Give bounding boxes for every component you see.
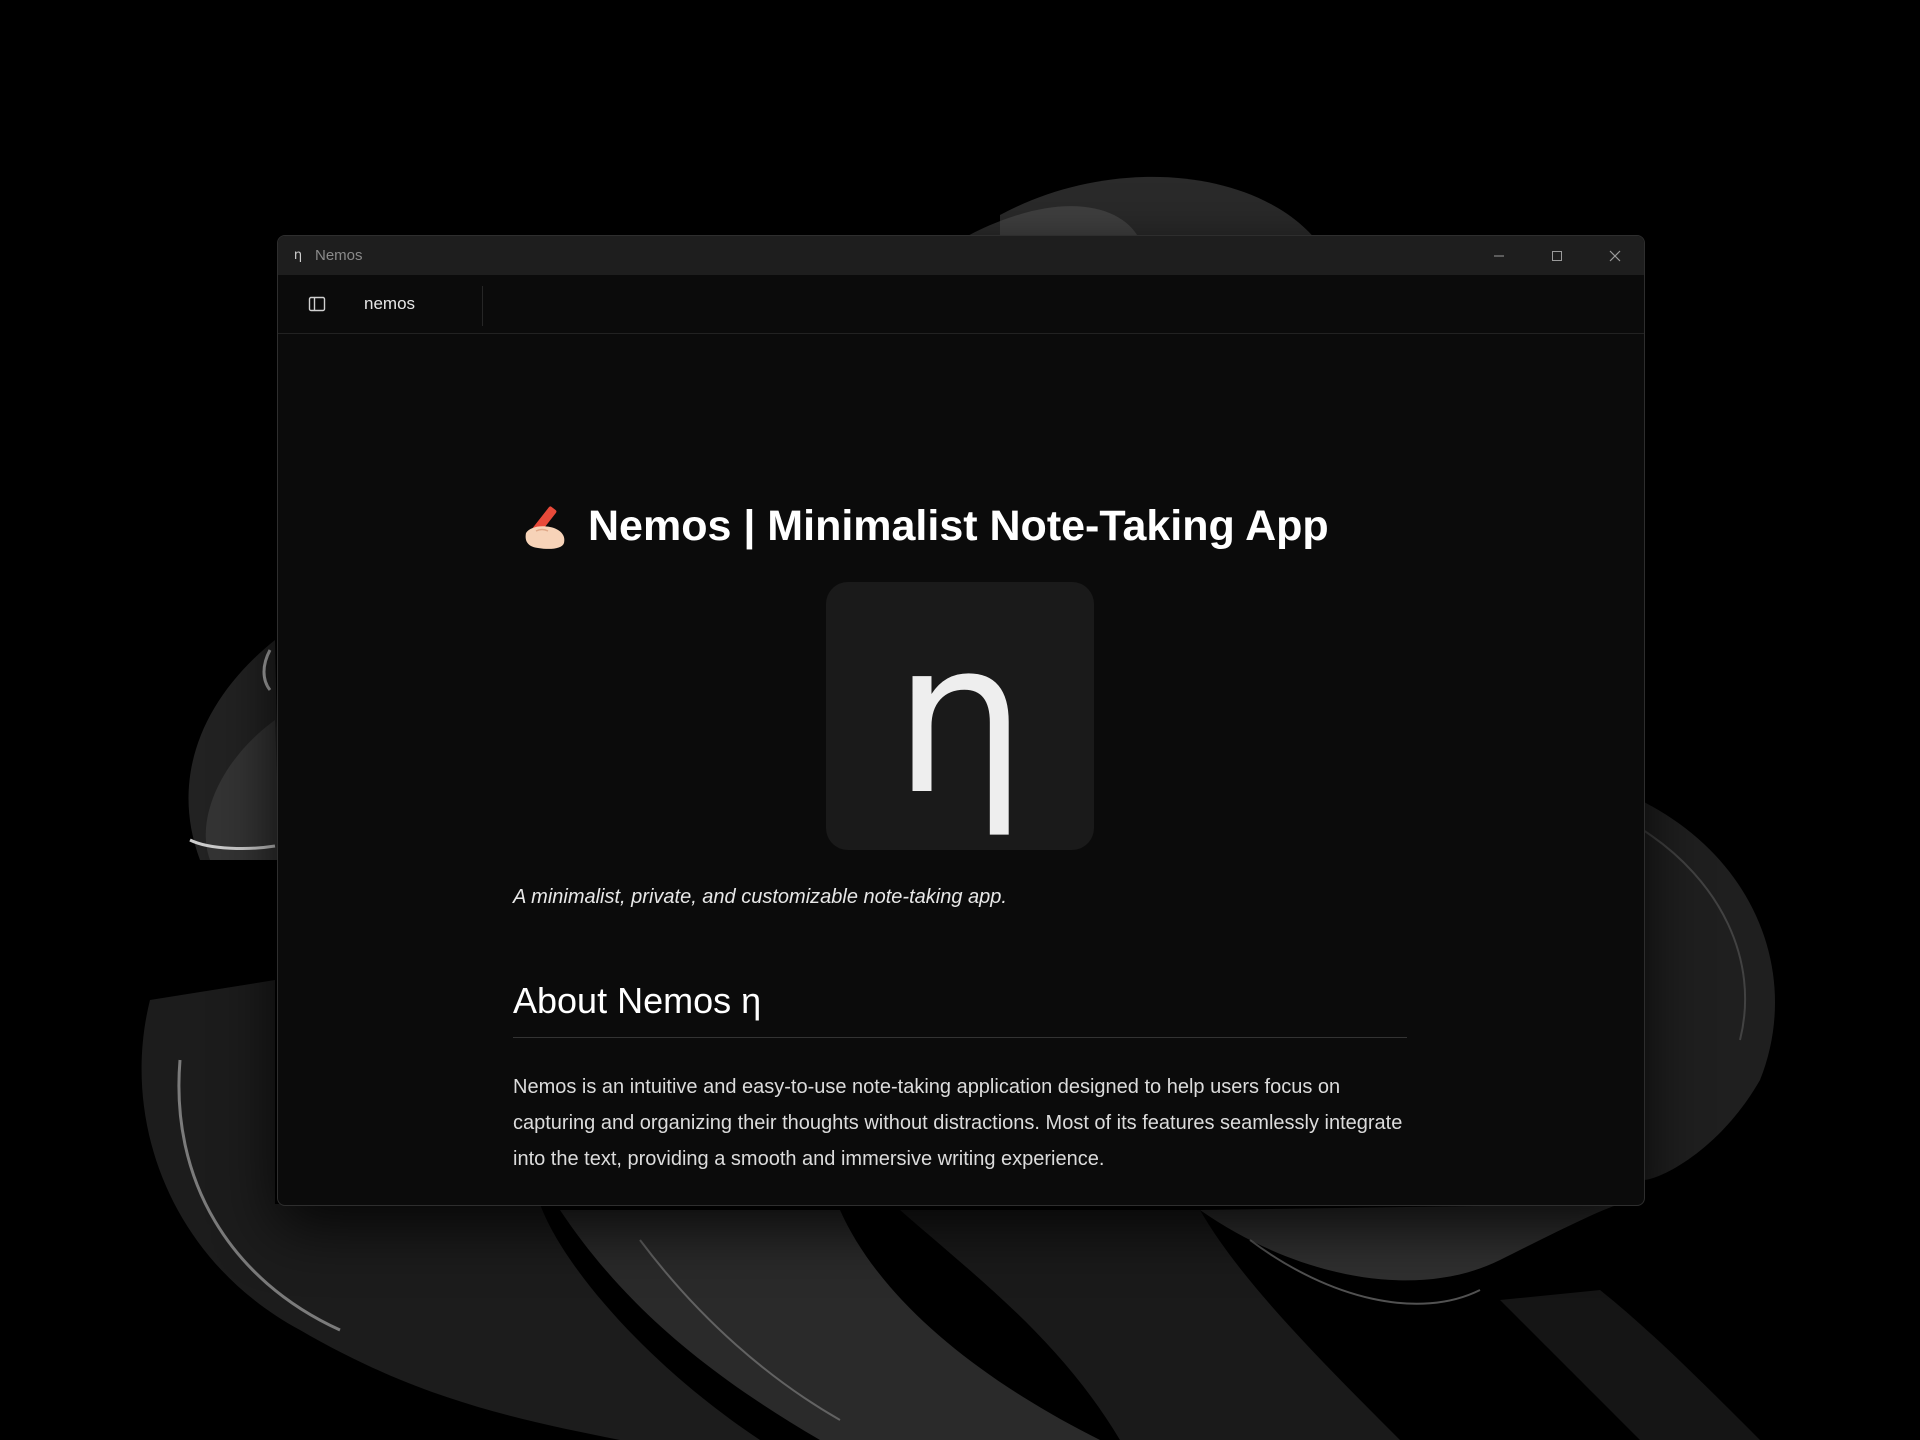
about-paragraph: Nemos is an intuitive and easy-to-use no… [513,1076,1403,1170]
close-button[interactable] [1586,236,1644,275]
sidebar-icon [308,296,326,312]
tagline: A minimalist, private, and customizable … [513,886,1007,908]
toolbar: nemos [278,275,1644,334]
close-icon [1609,250,1621,261]
logo-glyph: η [893,596,1027,841]
tab-nemos[interactable]: nemos [364,294,415,314]
window-controls [1470,236,1644,275]
writing-hand-emoji-icon [525,506,565,549]
section-divider [513,1037,1407,1038]
page-title: Nemos | Minimalist Note-Taking App [520,502,1329,551]
title-bar[interactable]: η Nemos [278,236,1644,275]
maximize-button[interactable] [1528,236,1586,275]
minimize-button[interactable] [1470,236,1528,275]
sidebar-toggle-button[interactable] [307,294,327,314]
page-title-text: Nemos | Minimalist Note-Taking App [588,502,1329,550]
app-icon: η [293,248,303,263]
desktop: η Nemos nemos Nemos | Minimalist Note-Ta… [0,0,1920,1440]
minimize-icon [1494,255,1504,256]
maximize-icon [1552,250,1562,261]
app-logo: η [826,582,1094,850]
section-heading: About Nemos η [513,980,762,1021]
tab-divider [482,286,483,326]
window-title: Nemos [315,247,363,264]
